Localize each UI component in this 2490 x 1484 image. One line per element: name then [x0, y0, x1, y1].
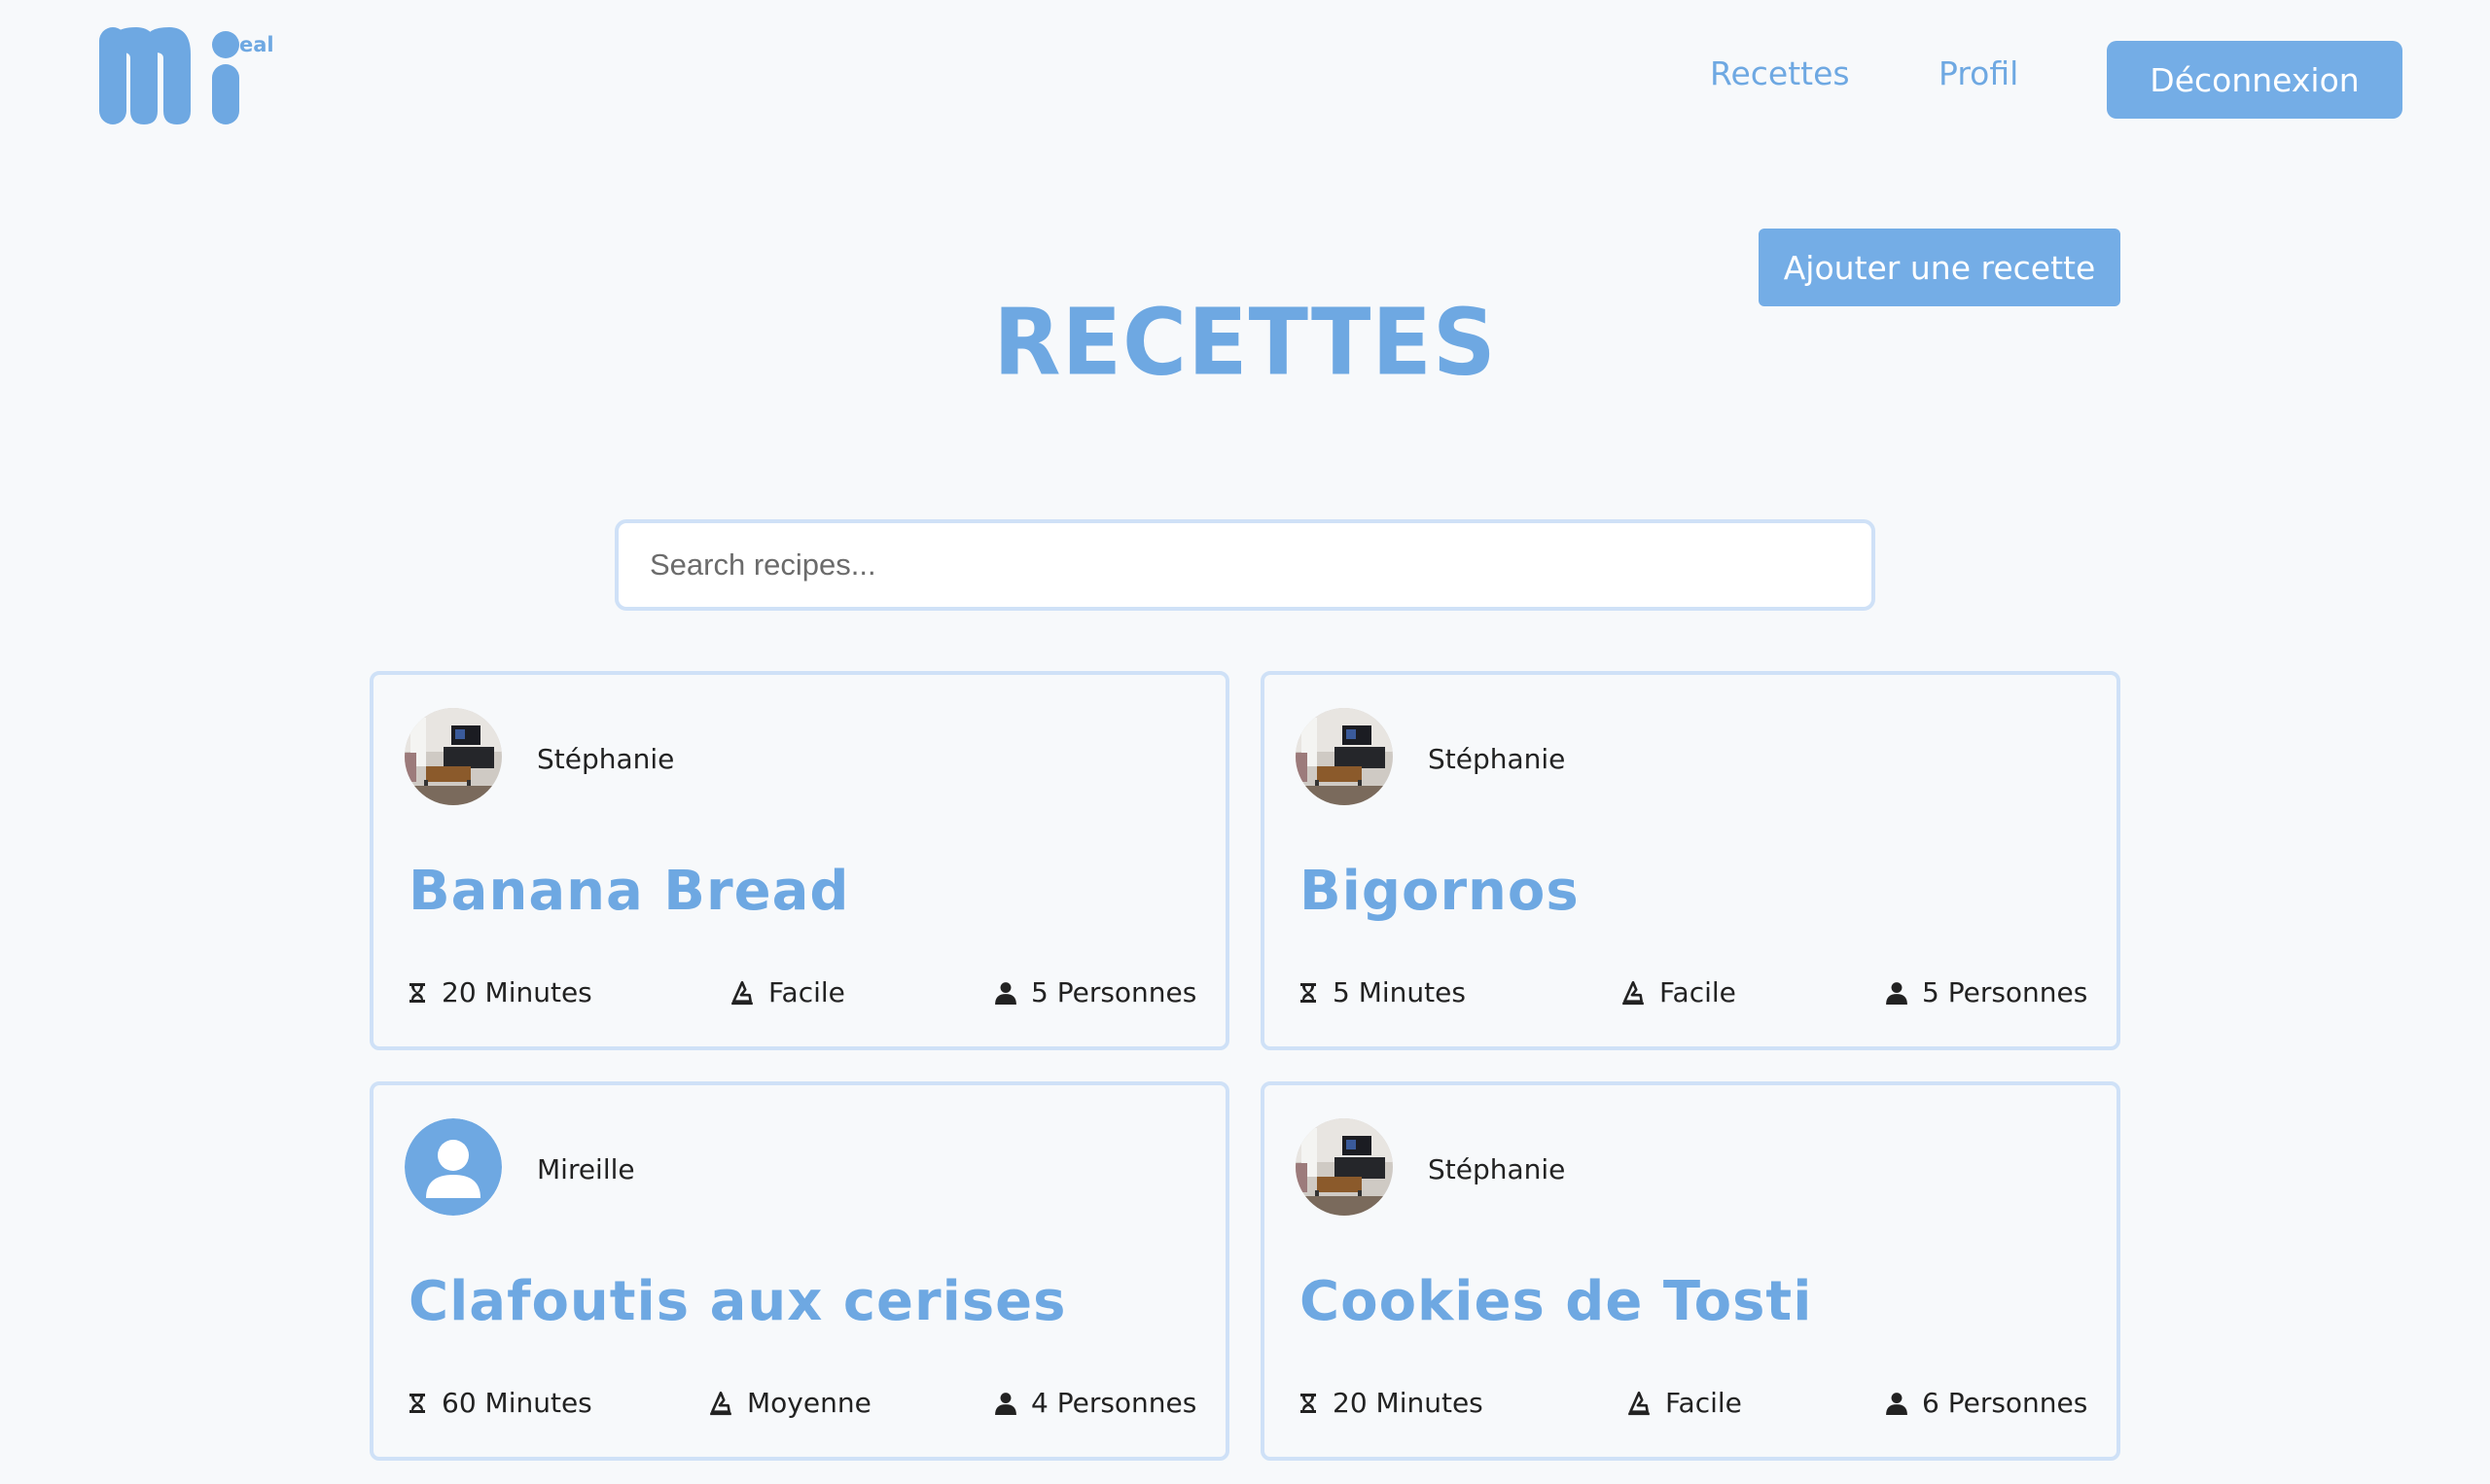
- recipe-servings: 4 Personnes: [994, 1387, 1196, 1419]
- recipe-author: Stéphanie: [1428, 1153, 1566, 1185]
- chef-hat-icon: [1620, 980, 1646, 1005]
- recipe-servings-label: 5 Personnes: [1922, 976, 2088, 1008]
- recipe-servings-label: 5 Personnes: [1031, 976, 1197, 1008]
- recipe-title[interactable]: Banana Bread: [409, 860, 849, 923]
- recipe-time-label: 20 Minutes: [442, 976, 592, 1008]
- recipe-title[interactable]: Cookies de Tosti: [1299, 1270, 1812, 1333]
- search-input[interactable]: [615, 519, 1875, 611]
- hourglass-icon: [409, 1393, 425, 1413]
- recipe-time: 5 Minutes: [1298, 976, 1466, 1008]
- recipe-author: Stéphanie: [1428, 743, 1566, 775]
- logout-button[interactable]: Déconnexion: [2107, 41, 2402, 119]
- recipe-title[interactable]: Clafoutis aux cerises: [409, 1270, 1066, 1333]
- recipe-time: 20 Minutes: [407, 976, 592, 1008]
- recipe-difficulty: Facile: [1626, 1387, 1742, 1419]
- recipe-servings: 5 Personnes: [1885, 976, 2087, 1008]
- recipe-card[interactable]: Stéphanie Banana Bread 20 Minutes Facile…: [370, 671, 1229, 1050]
- recipe-difficulty: Facile: [1620, 976, 1736, 1008]
- person-icon: [1886, 1392, 1907, 1415]
- person-icon: [1886, 981, 1907, 1005]
- recipe-servings: 6 Personnes: [1885, 1387, 2087, 1419]
- avatar: [1296, 708, 1393, 805]
- hourglass-icon: [409, 982, 425, 1003]
- recipe-difficulty-label: Facile: [768, 976, 845, 1008]
- hourglass-icon: [1300, 982, 1316, 1003]
- recipe-difficulty: Moyenne: [708, 1387, 872, 1419]
- user-icon: [405, 1118, 502, 1216]
- recipe-author: Stéphanie: [537, 743, 675, 775]
- recipe-time-label: 20 Minutes: [1333, 1387, 1483, 1419]
- recipe-time: 20 Minutes: [1298, 1387, 1483, 1419]
- logo-tag: eal: [239, 33, 274, 56]
- nav-link-recettes[interactable]: Recettes: [1710, 54, 1850, 92]
- recipe-difficulty: Facile: [729, 976, 845, 1008]
- person-icon: [995, 1392, 1016, 1415]
- avatar: [405, 708, 502, 805]
- recipe-difficulty-label: Facile: [1659, 976, 1736, 1008]
- person-icon: [995, 981, 1016, 1005]
- recipe-card[interactable]: Stéphanie Bigornos 5 Minutes Facile 5 Pe…: [1261, 671, 2120, 1050]
- hourglass-icon: [1300, 1393, 1316, 1413]
- recipe-servings-label: 4 Personnes: [1031, 1387, 1197, 1419]
- recipe-servings-label: 6 Personnes: [1922, 1387, 2088, 1419]
- page-title: RECETTES: [993, 289, 1497, 397]
- recipe-difficulty-label: Facile: [1665, 1387, 1742, 1419]
- recipe-card[interactable]: Mireille Clafoutis aux cerises 60 Minute…: [370, 1081, 1229, 1461]
- chef-hat-icon: [708, 1391, 733, 1415]
- recipe-author: Mireille: [537, 1153, 635, 1185]
- recipe-time: 60 Minutes: [407, 1387, 592, 1419]
- recipe-time-label: 5 Minutes: [1333, 976, 1466, 1008]
- recipe-servings: 5 Personnes: [994, 976, 1196, 1008]
- nav-link-profil[interactable]: Profil: [1939, 54, 2018, 92]
- recipe-title[interactable]: Bigornos: [1299, 860, 1580, 923]
- recipe-card[interactable]: Stéphanie Cookies de Tosti 20 Minutes Fa…: [1261, 1081, 2120, 1461]
- recipe-difficulty-label: Moyenne: [747, 1387, 872, 1419]
- avatar: [1296, 1118, 1393, 1216]
- recipe-time-label: 60 Minutes: [442, 1387, 592, 1419]
- chef-hat-icon: [1626, 1391, 1652, 1415]
- chef-hat-icon: [729, 980, 755, 1005]
